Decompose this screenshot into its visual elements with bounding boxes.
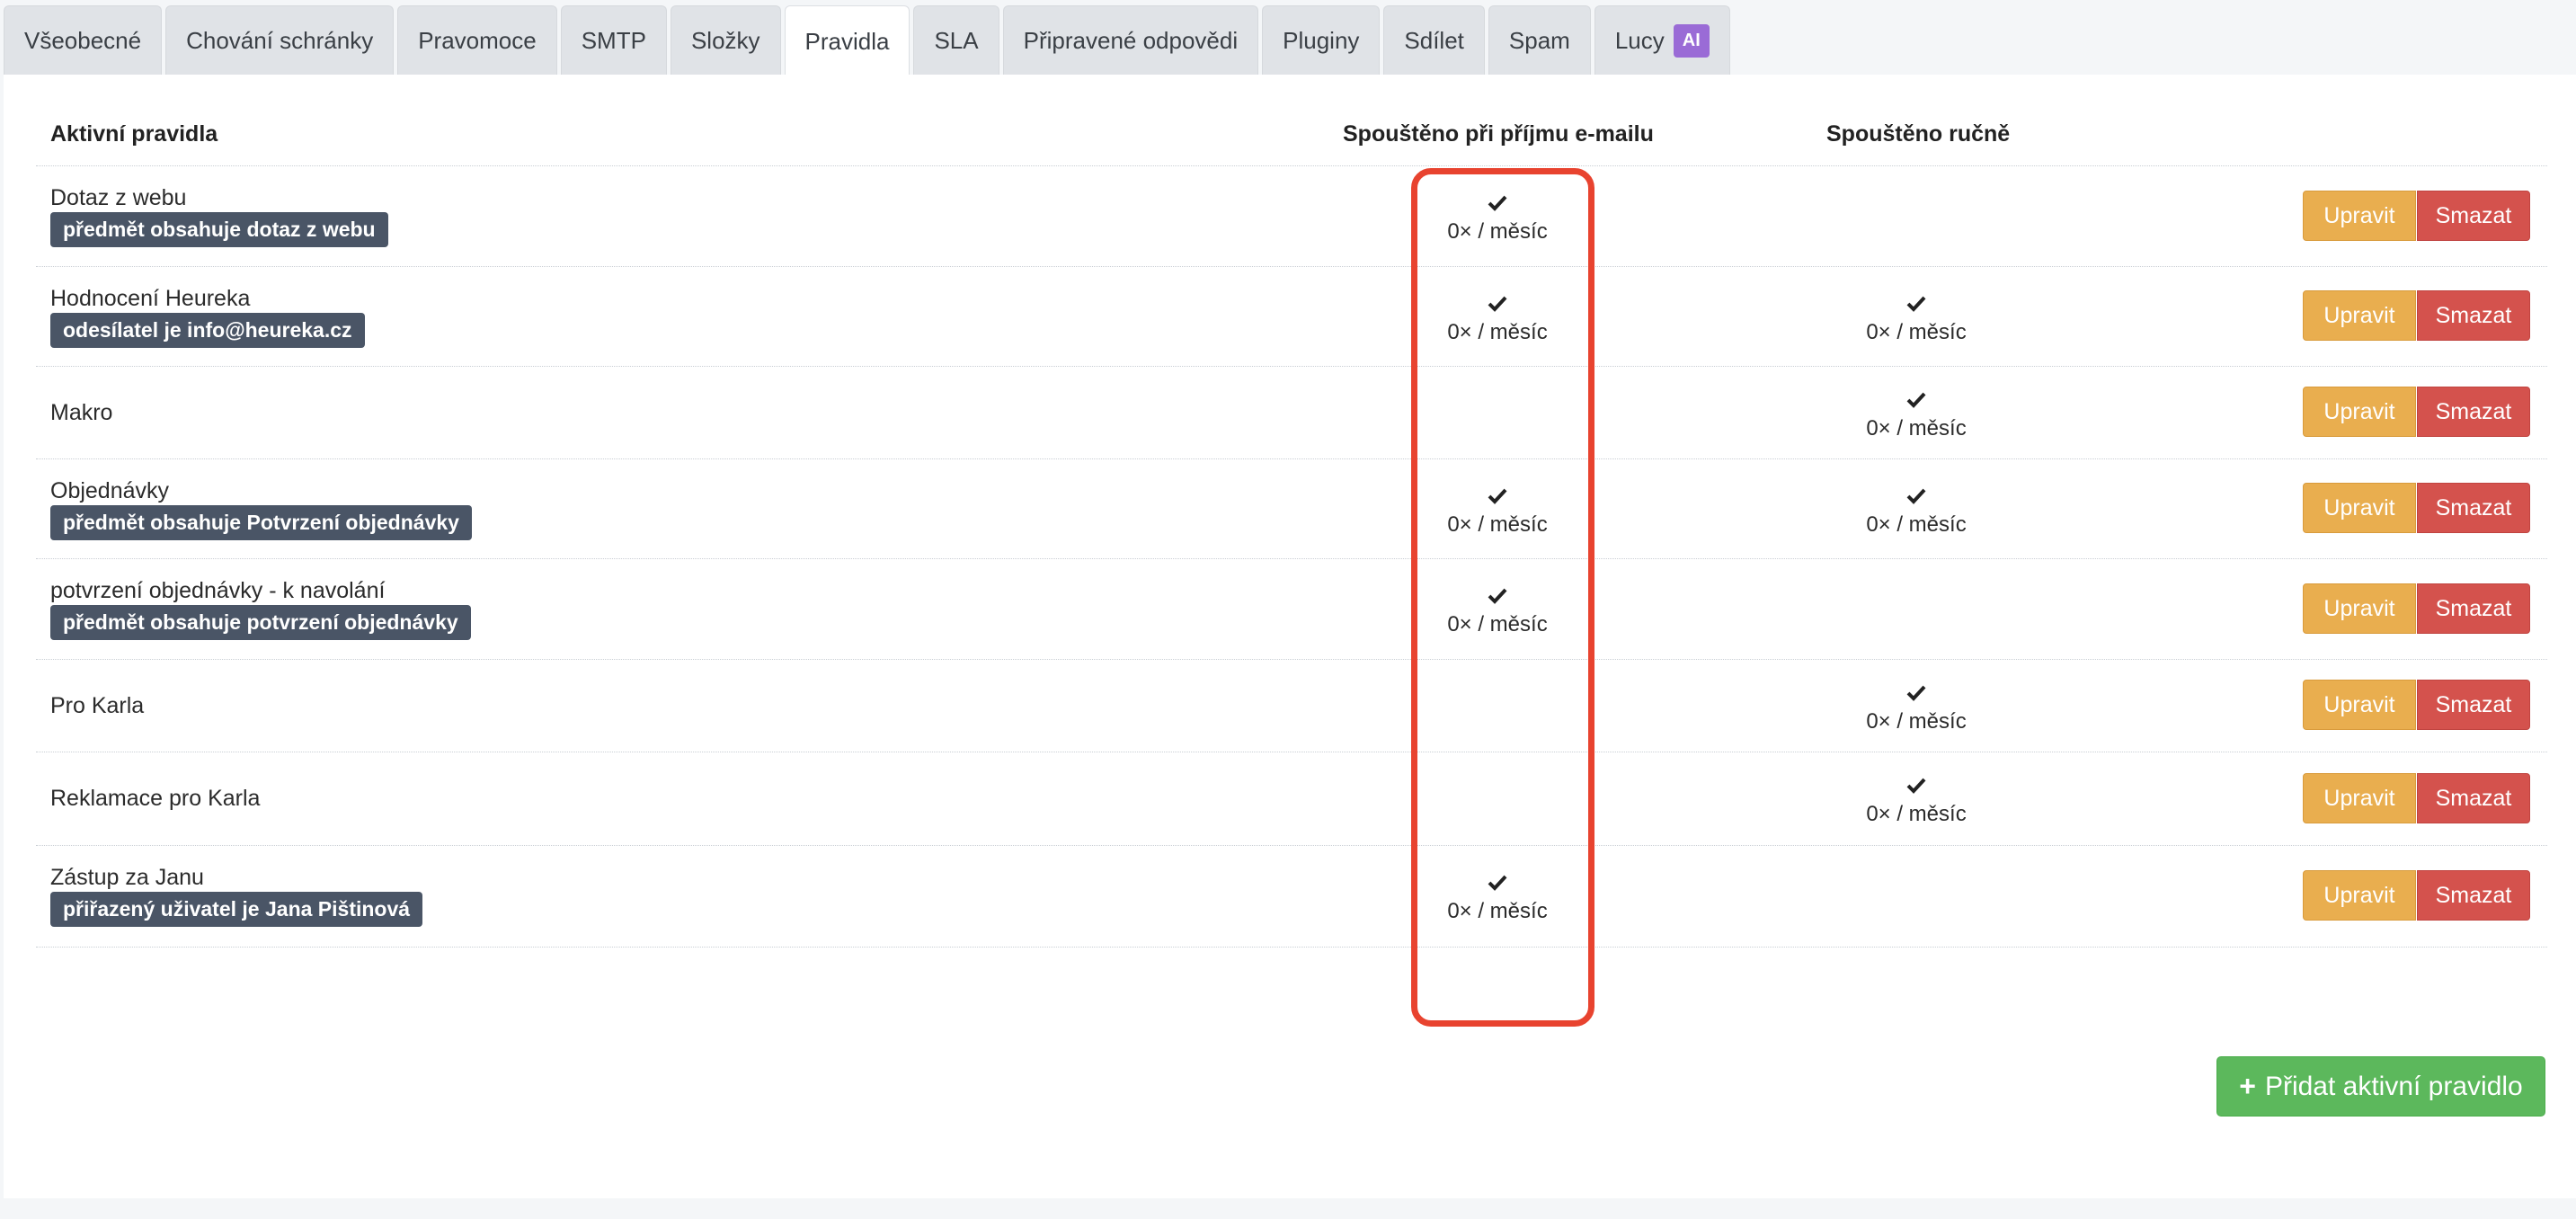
run-count: 0× / měsíc [1866, 802, 1967, 826]
edit-button[interactable]: Upravit [2303, 870, 2416, 921]
table-row: potvrzení objednávky - k navolání předmě… [4, 558, 2576, 659]
run-count: 0× / měsíc [1866, 709, 1967, 734]
rule-name: potvrzení objednávky - k navolání [50, 578, 386, 603]
edit-button[interactable]: Upravit [2303, 773, 2416, 823]
tab-label: Chování schránky [186, 26, 374, 54]
tab-sla[interactable]: SLA [913, 5, 999, 75]
rules-panel: Aktivní pravidla Spouštěno při příjmu e-… [4, 75, 2576, 1198]
tab-label: Sdílet [1404, 26, 1464, 54]
delete-button[interactable]: Smazat [2417, 870, 2530, 921]
manual-cell: 0× / měsíc [1781, 484, 2051, 538]
edit-button[interactable]: Upravit [2303, 191, 2416, 241]
delete-button[interactable]: Smazat [2417, 773, 2530, 823]
tab-slozky[interactable]: Složky [670, 5, 781, 75]
rule-name: Reklamace pro Karla [50, 786, 261, 811]
delete-button[interactable]: Smazat [2417, 387, 2530, 437]
ai-badge: AI [1673, 23, 1710, 58]
tab-pripravene-odpovedi[interactable]: Připravené odpovědi [1002, 5, 1259, 75]
rule-name: Objednávky [50, 478, 170, 503]
tab-label: Pravomoce [418, 26, 537, 54]
tab-smtp[interactable]: SMTP [560, 5, 667, 75]
header-manual: Spouštěno ručně [1826, 121, 2011, 147]
rule-name: Zástup za Janu [50, 865, 204, 890]
rule-name: Makro [50, 400, 113, 425]
table-row: Objednávky předmět obsahuje Potvrzení ob… [4, 458, 2576, 558]
table-row: Pro Karla 0× / měsíc Upravit Smazat [4, 659, 2576, 752]
manual-cell: 0× / měsíc [1781, 291, 2051, 345]
header-on-receive: Spouštěno při příjmu e-mailu [1343, 121, 1654, 147]
delete-button[interactable]: Smazat [2417, 290, 2530, 341]
check-icon [1906, 778, 1926, 794]
rule-condition-badge: předmět obsahuje dotaz z webu [50, 212, 388, 247]
delete-button[interactable]: Smazat [2417, 583, 2530, 634]
tab-label: SMTP [581, 26, 646, 54]
tab-label: Lucy [1614, 26, 1665, 54]
edit-button[interactable]: Upravit [2303, 680, 2416, 730]
manual-cell: 0× / měsíc [1781, 773, 2051, 827]
tab-chovani-schranky[interactable]: Chování schránky [165, 5, 395, 75]
tab-label: Pluginy [1283, 26, 1360, 54]
edit-button[interactable]: Upravit [2303, 583, 2416, 634]
table-row: Dotaz z webu předmět obsahuje dotaz z we… [4, 165, 2576, 266]
check-icon [1906, 488, 1926, 504]
rule-name: Hodnocení Heureka [50, 286, 251, 311]
delete-button[interactable]: Smazat [2417, 680, 2530, 730]
rule-condition-badge: přiřazený uživatel je Jana Pištinová [50, 892, 423, 927]
run-count: 0× / měsíc [1866, 512, 1967, 537]
check-icon [1906, 392, 1926, 408]
plus-icon: + [2239, 1070, 2256, 1102]
header-active-rules: Aktivní pravidla [50, 121, 218, 147]
rule-condition-badge: předmět obsahuje Potvrzení objednávky [50, 505, 472, 540]
table-divider [36, 947, 2547, 948]
edit-button[interactable]: Upravit [2303, 483, 2416, 533]
manual-cell: 0× / měsíc [1781, 387, 2051, 441]
rule-name: Pro Karla [50, 693, 145, 718]
tab-label: Všeobecné [24, 26, 142, 54]
tab-vseobecne[interactable]: Všeobecné [4, 5, 163, 75]
rule-condition-badge: odesílatel je info@heureka.cz [50, 313, 365, 348]
rule-condition-badge: předmět obsahuje potvrzení objednávky [50, 605, 471, 640]
tab-label: Spam [1508, 26, 1570, 54]
settings-tabs: Všeobecné Chování schránky Pravomoce SMT… [4, 5, 1730, 76]
tab-lucy[interactable]: Lucy AI [1594, 5, 1730, 75]
edit-button[interactable]: Upravit [2303, 290, 2416, 341]
check-icon [1906, 296, 1926, 312]
table-row: Makro 0× / měsíc Upravit Smazat [4, 366, 2576, 458]
table-row: Zástup za Janu přiřazený uživatel je Jan… [4, 845, 2576, 947]
add-active-rule-button[interactable]: + Přidat aktivní pravidlo [2216, 1056, 2545, 1117]
tab-pluginy[interactable]: Pluginy [1262, 5, 1381, 75]
tab-spam[interactable]: Spam [1488, 5, 1591, 75]
tab-label: Pravidla [804, 27, 890, 55]
tab-label: Složky [690, 26, 760, 54]
tab-pravomoce[interactable]: Pravomoce [397, 5, 557, 75]
tab-label: Připravené odpovědi [1023, 26, 1239, 54]
tab-label: SLA [934, 26, 979, 54]
table-row: Hodnocení Heureka odesílatel je info@heu… [4, 266, 2576, 366]
rule-name: Dotaz z webu [50, 185, 187, 210]
tab-pravidla[interactable]: Pravidla [784, 5, 910, 76]
delete-button[interactable]: Smazat [2417, 483, 2530, 533]
run-count: 0× / měsíc [1866, 416, 1967, 440]
delete-button[interactable]: Smazat [2417, 191, 2530, 241]
run-count: 0× / měsíc [1866, 320, 1967, 344]
check-icon [1906, 685, 1926, 701]
edit-button[interactable]: Upravit [2303, 387, 2416, 437]
tab-sdilet[interactable]: Sdílet [1383, 5, 1485, 75]
page-footer [0, 1198, 2576, 1219]
manual-cell: 0× / měsíc [1781, 681, 2051, 734]
add-active-rule-label: Přidat aktivní pravidlo [2264, 1071, 2523, 1101]
table-row: Reklamace pro Karla 0× / měsíc Upravit S… [4, 752, 2576, 845]
highlight-annotation [1411, 168, 1594, 1027]
